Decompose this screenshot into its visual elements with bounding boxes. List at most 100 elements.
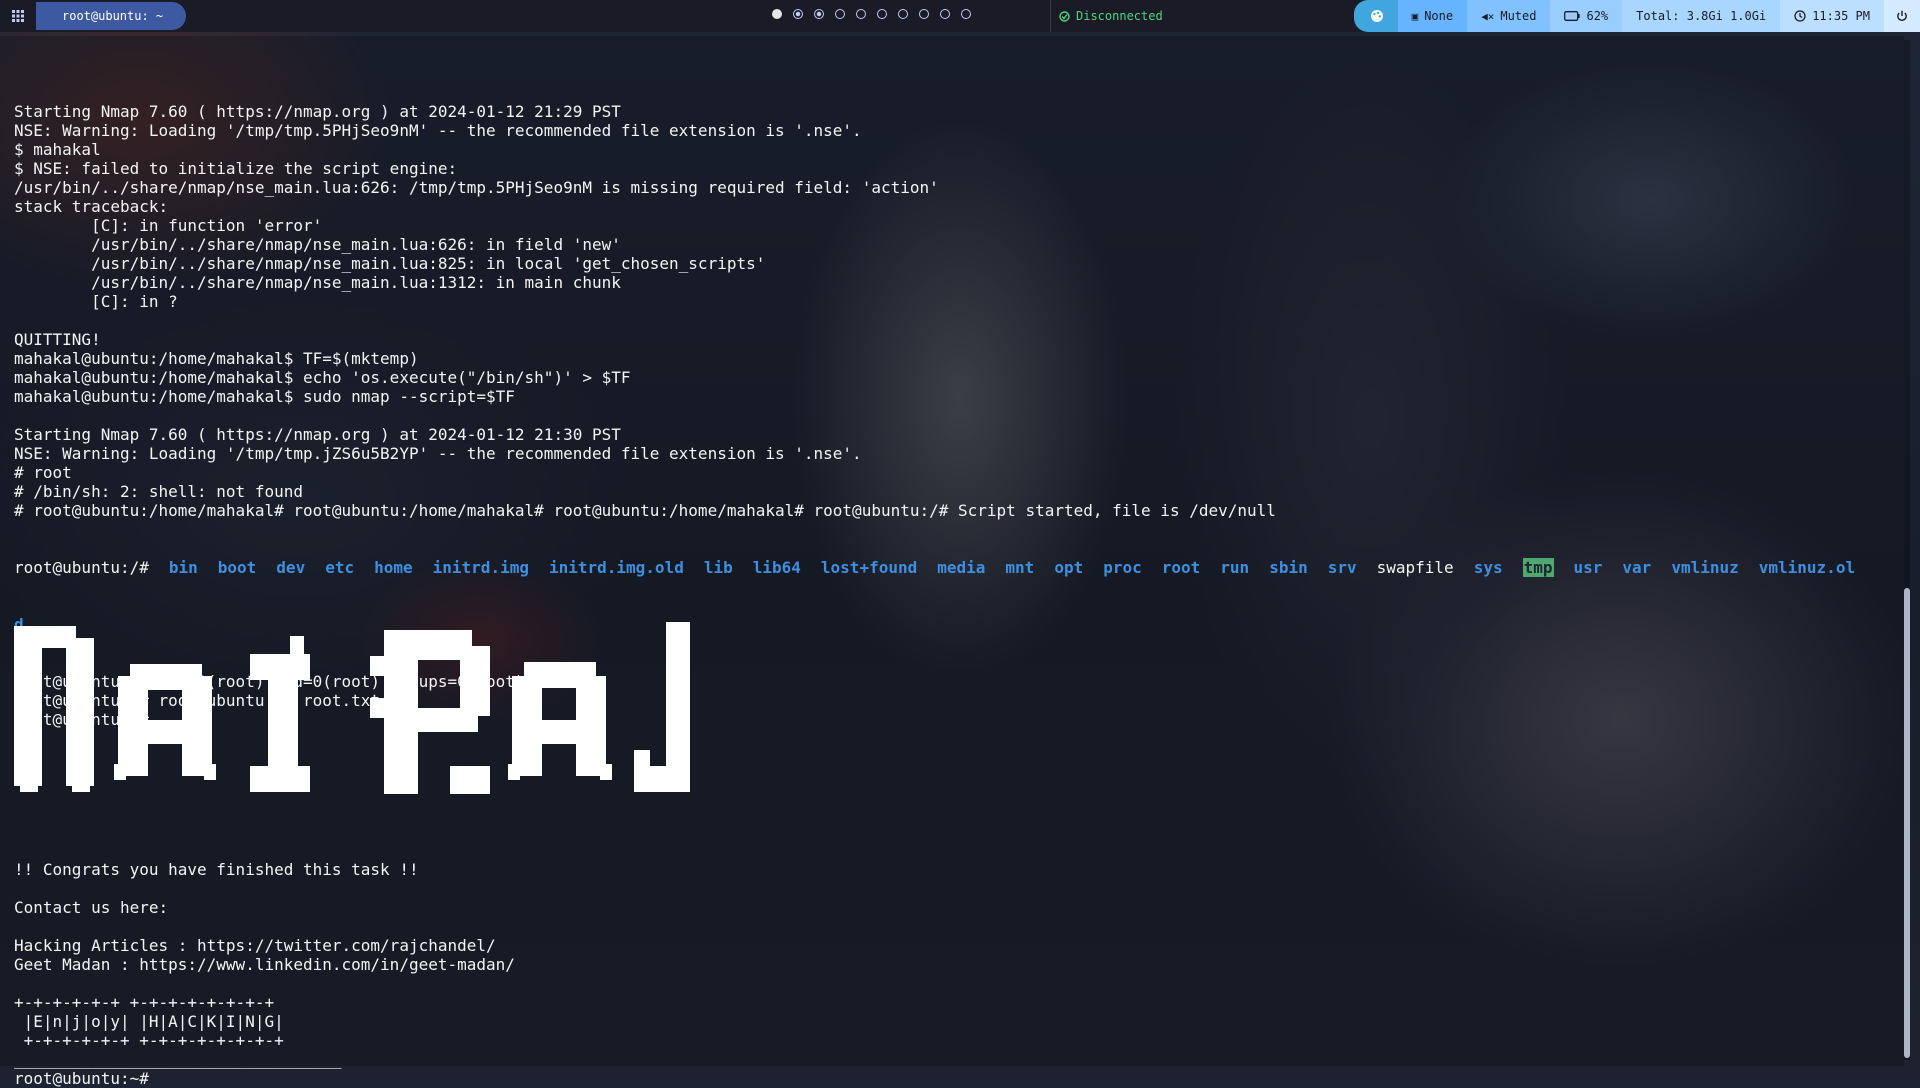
workspace-dot-10[interactable] xyxy=(961,9,971,19)
terminal-line: stack traceback: xyxy=(14,197,169,216)
ls-entry: initrd.img xyxy=(432,558,529,577)
terminal-line: /usr/bin/../share/nmap/nse_main.lua:1312… xyxy=(14,273,621,292)
terminal-scrollback: Starting Nmap 7.60 ( https://nmap.org ) … xyxy=(14,102,1855,520)
grid-icon[interactable] xyxy=(0,0,36,32)
workspace-indicator xyxy=(772,9,971,19)
ls-entry: lib64 xyxy=(752,558,801,577)
ascii-banner xyxy=(14,616,694,800)
terminal-line: Hacking Articles : https://twitter.com/r… xyxy=(14,936,496,955)
terminal-line: $ NSE: failed to initialize the script e… xyxy=(14,159,458,178)
ls-entry: swapfile xyxy=(1376,558,1454,577)
network-status-label: Disconnected xyxy=(1076,9,1163,23)
ls-entry: sbin xyxy=(1269,558,1308,577)
terminal-line: mahakal@ubuntu:/home/mahakal$ TF=$(mktem… xyxy=(14,349,419,368)
power-button[interactable] xyxy=(1884,0,1920,32)
terminal-line: NSE: Warning: Loading '/tmp/tmp.jZS6u5B2… xyxy=(14,444,862,463)
ascii-banner-art xyxy=(14,622,690,794)
ls-entry: proc xyxy=(1103,558,1142,577)
battery-label: 62% xyxy=(1586,9,1609,23)
terminal-line: !! Congrats you have finished this task … xyxy=(14,860,419,879)
terminal-line: QUITTING! xyxy=(14,330,101,349)
terminal-line: Starting Nmap 7.60 ( https://nmap.org ) … xyxy=(14,102,621,121)
terminal-line: # root xyxy=(14,463,72,482)
workspace-dot-4[interactable] xyxy=(835,9,845,19)
workspace-dot-5[interactable] xyxy=(856,9,866,19)
network-status[interactable]: Disconnected xyxy=(1050,0,1163,32)
ls-output-line: root@ubuntu:/# bin boot dev etc home initrd.i… xyxy=(14,558,1855,577)
ls-entry: var xyxy=(1622,558,1652,577)
terminal-line: NSE: Warning: Loading '/tmp/tmp.5PHjSeo9… xyxy=(14,121,862,140)
terminal-line: $ mahakal xyxy=(14,140,101,159)
ls-entry: bin xyxy=(168,558,198,577)
volume-label: Muted xyxy=(1500,9,1537,23)
terminal-line: [C]: in ? xyxy=(14,292,178,311)
battery-icon xyxy=(1564,11,1581,21)
ls-entry: vmlinuz.ol xyxy=(1758,558,1856,577)
system-tray: ▣ None ◀× Muted 62% Total: 3.8Gi 1.0Gi 1… xyxy=(1353,0,1920,32)
memory-label: Total: 3.8Gi 1.0Gi xyxy=(1636,9,1767,23)
workspace-dot-6[interactable] xyxy=(877,9,887,19)
workspace-dot-8[interactable] xyxy=(919,9,929,19)
terminal-line: /usr/bin/../share/nmap/nse_main.lua:626:… xyxy=(14,178,939,197)
network-icon xyxy=(1059,10,1070,22)
terminal-line: root@ubuntu:~# xyxy=(14,1069,149,1088)
volume-muted-icon: ◀× xyxy=(1481,9,1495,23)
terminal-line: Starting Nmap 7.60 ( https://nmap.org ) … xyxy=(14,425,621,444)
terminal-line: [C]: in function 'error' xyxy=(14,216,323,235)
ls-entry: dev xyxy=(276,558,306,577)
workspace-dot-2[interactable] xyxy=(793,9,803,19)
workspace-dot-9[interactable] xyxy=(940,9,950,19)
ls-entry: srv xyxy=(1327,558,1357,577)
ls-entry: sys xyxy=(1473,558,1503,577)
shell-prompt: root@ubuntu:/# xyxy=(14,558,149,577)
terminal-line: # root@ubuntu:/home/mahakal# root@ubuntu… xyxy=(14,501,1276,520)
top-bar: root@ubuntu: ~ Disconnected ▣ None ◀× Mu… xyxy=(0,0,1920,32)
active-window-title[interactable]: root@ubuntu: ~ xyxy=(36,2,186,30)
clock-module[interactable]: 11:35 PM xyxy=(1780,0,1884,32)
ls-entry: root xyxy=(1161,558,1201,577)
clock-label: 11:35 PM xyxy=(1812,9,1870,23)
ls-entry: media xyxy=(937,558,986,577)
ls-entry: initrd.img.old xyxy=(548,558,684,577)
terminal-footer-output: !! Congrats you have finished this task … xyxy=(14,860,515,1088)
terminal-scrollbar-thumb[interactable] xyxy=(1904,588,1910,1058)
clock-icon xyxy=(1794,10,1806,22)
ls-entry: vmlinuz xyxy=(1671,558,1739,577)
terminal-line: mahakal@ubuntu:/home/mahakal$ sudo nmap … xyxy=(14,387,515,406)
terminal-window[interactable]: Starting Nmap 7.60 ( https://nmap.org ) … xyxy=(0,36,1904,1088)
ls-entry: lost+found xyxy=(820,558,918,577)
ls-entry: etc xyxy=(325,558,355,577)
battery-module[interactable]: 62% xyxy=(1550,0,1623,32)
theme-toggle-button[interactable] xyxy=(1353,0,1398,32)
memory-module[interactable]: Total: 3.8Gi 1.0Gi xyxy=(1622,0,1781,32)
ls-entry: tmp xyxy=(1522,558,1554,577)
music-icon: ▣ xyxy=(1411,9,1419,23)
terminal-line: /usr/bin/../share/nmap/nse_main.lua:626:… xyxy=(14,235,621,254)
ls-entry: mnt xyxy=(1005,558,1035,577)
power-icon xyxy=(1897,10,1907,22)
ls-entry: lib xyxy=(703,558,733,577)
terminal-line: __________________________________ xyxy=(14,1050,342,1069)
volume-module[interactable]: ◀× Muted xyxy=(1467,0,1551,32)
ls-entry: opt xyxy=(1054,558,1084,577)
workspace-dot-3[interactable] xyxy=(814,9,824,19)
ls-entry: usr xyxy=(1573,558,1603,577)
terminal-line: Geet Madan : https://www.linkedin.com/in… xyxy=(14,955,515,974)
terminal-line: Contact us here: xyxy=(14,898,169,917)
terminal-line: # /bin/sh: 2: shell: not found xyxy=(14,482,303,501)
ls-entry: boot xyxy=(217,558,257,577)
terminal-line: /usr/bin/../share/nmap/nse_main.lua:825:… xyxy=(14,254,766,273)
ls-entry: run xyxy=(1220,558,1250,577)
workspace-dot-7[interactable] xyxy=(898,9,908,19)
palette-icon xyxy=(1370,10,1383,22)
terminal-line: +-+-+-+-+-+ +-+-+-+-+-+-+-+ xyxy=(14,1031,284,1050)
media-player-module[interactable]: ▣ None xyxy=(1397,0,1468,32)
workspace-dot-1[interactable] xyxy=(772,9,782,19)
terminal-line: |E|n|j|o|y| |H|A|C|K|I|N|G| xyxy=(14,1012,284,1031)
media-label: None xyxy=(1424,9,1454,23)
